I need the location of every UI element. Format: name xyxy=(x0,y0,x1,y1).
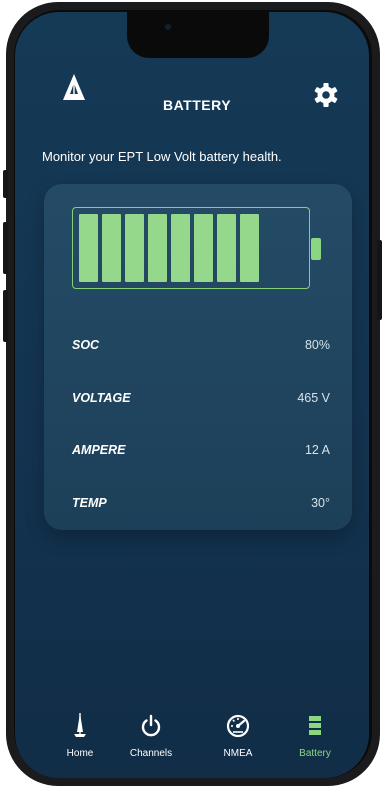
stat-label: SOC xyxy=(72,338,100,352)
side-button-silent xyxy=(3,170,8,198)
power-icon xyxy=(141,714,161,737)
stat-value: 12 A xyxy=(304,443,330,457)
tab-channels[interactable]: Channels xyxy=(121,712,181,759)
stat-row-voltage: VOLTAGE 465 V xyxy=(72,391,330,411)
stat-row-ampere: AMPERE 12 A xyxy=(72,443,330,463)
battery-cell xyxy=(217,214,236,282)
side-button-volume-down xyxy=(3,290,8,342)
battery-gauge xyxy=(72,207,310,289)
gear-icon[interactable] xyxy=(313,82,339,108)
battery-cell xyxy=(240,214,259,282)
stat-label: TEMP xyxy=(72,496,107,510)
battery-terminal xyxy=(311,238,321,260)
side-button-volume-up xyxy=(3,222,8,274)
tab-label: NMEA xyxy=(223,748,253,759)
stat-value: 465 V xyxy=(297,391,330,405)
tab-home[interactable]: Home xyxy=(50,712,110,759)
battery-cell xyxy=(194,214,213,282)
side-button-power xyxy=(377,240,382,320)
battery-cell xyxy=(79,214,98,282)
sailboat-icon xyxy=(74,713,86,737)
battery-cell xyxy=(125,214,144,282)
notch xyxy=(127,12,269,58)
battery-icon xyxy=(309,716,321,735)
battery-cells xyxy=(79,214,259,282)
stat-row-temp: TEMP 30° xyxy=(72,496,330,516)
stat-value: 80% xyxy=(304,338,330,352)
battery-card: SOC 80% VOLTAGE 465 V AMPERE 12 A TEMP 3… xyxy=(44,184,352,530)
sailboat-logo-icon xyxy=(63,74,85,100)
stat-label: VOLTAGE xyxy=(72,391,131,405)
tab-label: Home xyxy=(66,748,94,759)
battery-cell xyxy=(148,214,167,282)
bottom-tab-bar: Home Channels NMEA Battery xyxy=(15,712,369,772)
page-title: BATTERY xyxy=(163,97,232,113)
tab-battery[interactable]: Battery xyxy=(285,712,345,759)
stat-value: 30° xyxy=(311,496,330,510)
tab-label: Battery xyxy=(299,748,331,759)
stat-label: AMPERE xyxy=(72,443,126,457)
page-subtitle: Monitor your EPT Low Volt battery health… xyxy=(42,149,282,164)
tab-nmea[interactable]: NMEA xyxy=(208,712,268,759)
tab-label: Channels xyxy=(129,748,173,759)
gauge-icon xyxy=(226,714,250,738)
app-screen: BATTERY Monitor your EPT Low Volt batter… xyxy=(15,12,369,778)
stat-row-soc: SOC 80% xyxy=(72,338,330,358)
battery-cell xyxy=(102,214,121,282)
battery-cell xyxy=(171,214,190,282)
